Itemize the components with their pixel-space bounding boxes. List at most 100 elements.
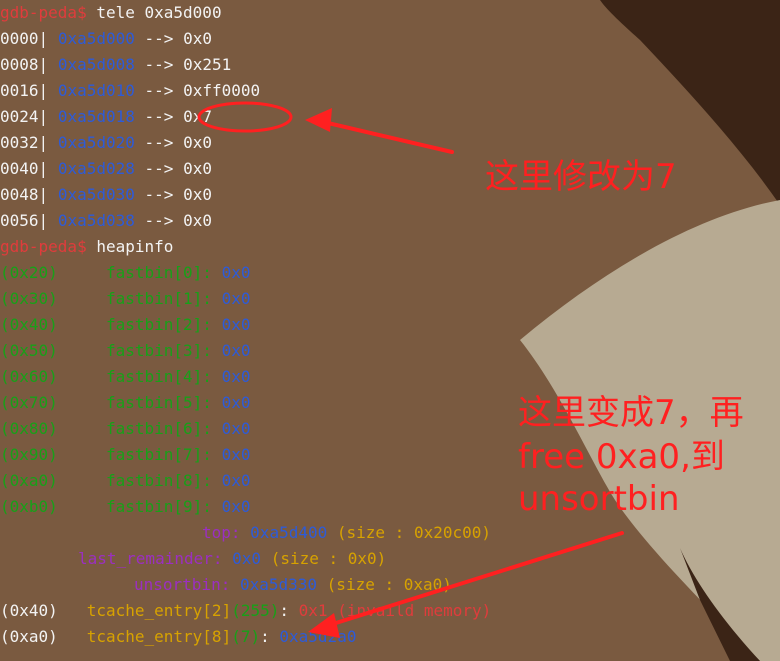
address: 0xa5d010	[57, 81, 135, 100]
value: 0x0	[183, 185, 212, 204]
tcache-value: 0xa5d2a0	[279, 627, 357, 646]
command-text: heapinfo	[96, 237, 174, 256]
bin-value: 0x0	[221, 393, 251, 412]
address: 0xa5d018	[57, 107, 135, 126]
top-size: (size : 0x20c00)	[336, 523, 491, 542]
bin-name: fastbin[2]:	[105, 315, 212, 334]
tcache-entry: tcache_entry[8]	[86, 627, 232, 646]
arrow: -->	[144, 81, 174, 100]
last-remainder-value: 0x0	[232, 549, 262, 568]
tcache-size: (0xa0)	[0, 627, 58, 646]
telescope-row: 0008| 0xa5d008 --> 0x251	[0, 52, 231, 78]
bin-size: (0x20)	[0, 263, 58, 282]
offset: 0024|	[0, 107, 49, 126]
bin-value: 0x0	[221, 263, 251, 282]
telescope-row: 0032| 0xa5d020 --> 0x0	[0, 130, 212, 156]
bin-value: 0x0	[221, 341, 251, 360]
tcache-size: (0x40)	[0, 601, 58, 620]
bin-size: (0x60)	[0, 367, 58, 386]
bin-size: (0x70)	[0, 393, 58, 412]
bin-name: fastbin[4]:	[105, 367, 212, 386]
tcache-row: (0x40) tcache_entry[2](255): 0x1 (invail…	[0, 598, 491, 624]
gdb-prompt: gdb-peda$	[0, 3, 87, 22]
offset: 0008|	[0, 55, 49, 74]
arrow: -->	[144, 55, 174, 74]
offset: 0048|	[0, 185, 49, 204]
bin-size: (0xa0)	[0, 471, 58, 490]
tcache-colon: :	[279, 601, 290, 620]
fastbin-row: (0x30) fastbin[1]: 0x0	[0, 286, 250, 312]
tcache-value: 0x1 (invaild memory)	[298, 601, 492, 620]
arrow: -->	[144, 29, 174, 48]
bin-value: 0x0	[221, 289, 251, 308]
fastbin-row: (0x20) fastbin[0]: 0x0	[0, 260, 250, 286]
unsortbin-size: (size : 0xa0)	[326, 575, 452, 594]
unsortbin-row: unsortbin: 0xa5d330 (size : 0xa0)	[134, 572, 452, 598]
bin-value: 0x0	[221, 315, 251, 334]
bin-size: (0x80)	[0, 419, 58, 438]
bin-value: 0x0	[221, 497, 251, 516]
bin-value: 0x0	[221, 471, 251, 490]
top-value: 0xa5d400	[250, 523, 328, 542]
tcache-count: (7)	[231, 627, 261, 646]
annotation-note-2-line-1: 这里变成7，再	[518, 393, 744, 433]
bin-name: fastbin[3]:	[105, 341, 212, 360]
address: 0xa5d020	[57, 133, 135, 152]
tcache-count: (255)	[231, 601, 280, 620]
address: 0xa5d028	[57, 159, 135, 178]
value: 0xff0000	[183, 81, 261, 100]
address: 0xa5d000	[57, 29, 135, 48]
fastbin-row: (0x90) fastbin[7]: 0x0	[0, 442, 250, 468]
fastbin-row: (0xb0) fastbin[9]: 0x0	[0, 494, 250, 520]
offset: 0056|	[0, 211, 49, 230]
offset: 0032|	[0, 133, 49, 152]
bin-size: (0x40)	[0, 315, 58, 334]
telescope-row: 0016| 0xa5d010 --> 0xff0000	[0, 78, 260, 104]
tcache-entry: tcache_entry[2]	[86, 601, 232, 620]
bin-size: (0x30)	[0, 289, 58, 308]
tcache-colon: :	[260, 627, 270, 646]
gdb-prompt: gdb-peda$	[0, 237, 87, 256]
last-remainder-size: (size : 0x0)	[270, 549, 387, 568]
bin-value: 0x0	[221, 445, 251, 464]
bin-size: (0x50)	[0, 341, 58, 360]
value: 0x0	[183, 29, 212, 48]
fastbin-row: (0xa0) fastbin[8]: 0x0	[0, 468, 250, 494]
fastbin-row: (0x50) fastbin[3]: 0x0	[0, 338, 250, 364]
arrow: -->	[144, 211, 174, 230]
address: 0xa5d008	[57, 55, 135, 74]
bin-name: fastbin[9]:	[105, 497, 212, 516]
value: 0x0	[183, 159, 212, 178]
fastbin-row: (0x70) fastbin[5]: 0x0	[0, 390, 250, 416]
terminal-line: gdb-peda$ heapinfo	[0, 234, 173, 260]
fastbin-row: (0x60) fastbin[4]: 0x0	[0, 364, 250, 390]
unsortbin-value: 0xa5d330	[239, 575, 318, 594]
telescope-row: 0000| 0xa5d000 --> 0x0	[0, 26, 212, 52]
bin-name: fastbin[7]:	[105, 445, 212, 464]
last-remainder-row: last_remainder: 0x0 (size : 0x0)	[78, 546, 386, 572]
bin-size: (0x90)	[0, 445, 58, 464]
value: 0x7	[183, 107, 212, 126]
top-chunk-row: top: 0xa5d400 (size : 0x20c00)	[202, 520, 491, 546]
offset: 0016|	[0, 81, 49, 100]
arrow: -->	[144, 185, 174, 204]
annotation-note-2-line-2: free 0xa0,到	[518, 437, 725, 477]
unsortbin-label: unsortbin:	[134, 575, 231, 594]
bin-name: fastbin[8]:	[105, 471, 212, 490]
fastbin-row: (0x40) fastbin[2]: 0x0	[0, 312, 250, 338]
telescope-row: 0040| 0xa5d028 --> 0x0	[0, 156, 212, 182]
offset: 0000|	[0, 29, 49, 48]
arrow: -->	[144, 133, 174, 152]
address: 0xa5d038	[57, 211, 135, 230]
bin-value: 0x0	[221, 419, 251, 438]
arrow: -->	[144, 107, 174, 126]
command-text: tele 0xa5d000	[96, 3, 222, 22]
value: 0x0	[183, 133, 212, 152]
bin-name: fastbin[1]:	[105, 289, 212, 308]
bin-value: 0x0	[221, 367, 251, 386]
fastbin-row: (0x80) fastbin[6]: 0x0	[0, 416, 250, 442]
annotation-note-2-line-3: unsortbin	[518, 479, 680, 519]
bin-name: fastbin[0]:	[105, 263, 212, 282]
telescope-row: 0048| 0xa5d030 --> 0x0	[0, 182, 212, 208]
terminal-output: gdb-peda$ tele 0xa5d000 0000| 0xa5d000 -…	[0, 0, 780, 661]
